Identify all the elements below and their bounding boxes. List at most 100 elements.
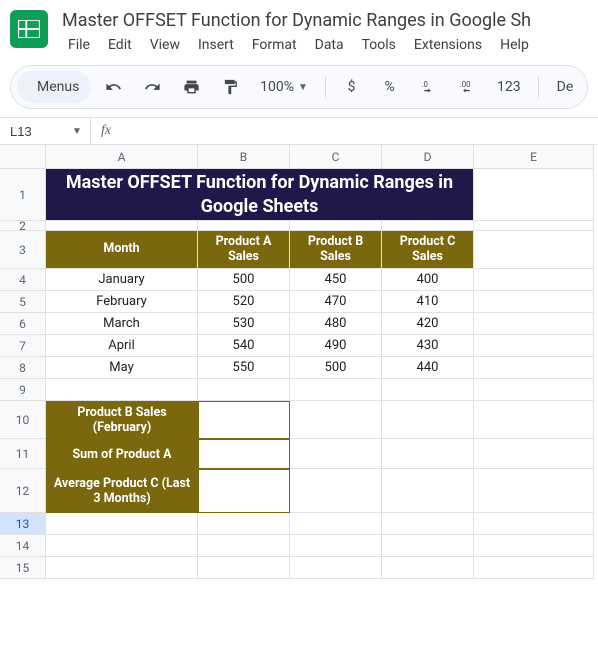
cell[interactable] bbox=[474, 335, 594, 357]
undo-button[interactable] bbox=[97, 71, 130, 103]
cell[interactable] bbox=[290, 513, 382, 535]
font-dropdown[interactable]: De bbox=[549, 71, 581, 103]
cell[interactable] bbox=[290, 379, 382, 401]
row-header-4[interactable]: 4 bbox=[0, 269, 46, 291]
result-cell[interactable] bbox=[198, 401, 290, 439]
menu-data[interactable]: Data bbox=[307, 33, 352, 57]
cell[interactable] bbox=[290, 401, 382, 439]
cell-pa[interactable]: 550 bbox=[198, 357, 290, 379]
cell[interactable] bbox=[474, 439, 594, 469]
search-menus-chip[interactable]: Menus bbox=[17, 71, 91, 103]
cell-month[interactable]: April bbox=[46, 335, 198, 357]
row-header-8[interactable]: 8 bbox=[0, 357, 46, 379]
row-header-2[interactable]: 2 bbox=[0, 221, 46, 231]
cell[interactable] bbox=[474, 313, 594, 335]
cell[interactable] bbox=[474, 513, 594, 535]
cell-pb[interactable]: 480 bbox=[290, 313, 382, 335]
cell[interactable] bbox=[474, 231, 594, 269]
menu-help[interactable]: Help bbox=[492, 33, 537, 57]
cell-pb[interactable]: 450 bbox=[290, 269, 382, 291]
header-product-a[interactable]: Product A Sales bbox=[198, 231, 290, 269]
row-header-9[interactable]: 9 bbox=[0, 379, 46, 401]
menu-insert[interactable]: Insert bbox=[190, 33, 242, 57]
cell[interactable] bbox=[474, 221, 594, 231]
cell[interactable] bbox=[474, 557, 594, 579]
cell[interactable] bbox=[46, 557, 198, 579]
cell[interactable] bbox=[474, 379, 594, 401]
label-sum-product-a[interactable]: Sum of Product A bbox=[46, 439, 198, 469]
cell[interactable] bbox=[382, 513, 474, 535]
paint-format-button[interactable] bbox=[214, 71, 247, 103]
row-header-12[interactable]: 12 bbox=[0, 469, 46, 513]
cell-pa[interactable]: 530 bbox=[198, 313, 290, 335]
cell-month[interactable]: February bbox=[46, 291, 198, 313]
label-product-b-february[interactable]: Product B Sales (February) bbox=[46, 401, 198, 439]
cell-pc[interactable]: 430 bbox=[382, 335, 474, 357]
menu-file[interactable]: File bbox=[60, 33, 98, 57]
cell[interactable] bbox=[382, 379, 474, 401]
cell-pa[interactable]: 500 bbox=[198, 269, 290, 291]
cell[interactable] bbox=[46, 379, 198, 401]
row-header-5[interactable]: 5 bbox=[0, 291, 46, 313]
increase-decimal-button[interactable]: .00 bbox=[451, 71, 484, 103]
cell[interactable] bbox=[474, 535, 594, 557]
cell[interactable] bbox=[474, 269, 594, 291]
cell-pa[interactable]: 520 bbox=[198, 291, 290, 313]
row-header-7[interactable]: 7 bbox=[0, 335, 46, 357]
sheet-title-cell[interactable]: Master OFFSET Function for Dynamic Range… bbox=[46, 169, 474, 221]
cell[interactable] bbox=[46, 221, 198, 231]
print-button[interactable] bbox=[175, 71, 208, 103]
result-cell[interactable] bbox=[198, 439, 290, 469]
document-title[interactable]: Master OFFSET Function for Dynamic Range… bbox=[60, 6, 588, 31]
cell-pc[interactable]: 410 bbox=[382, 291, 474, 313]
cell[interactable] bbox=[290, 557, 382, 579]
cell[interactable] bbox=[382, 439, 474, 469]
cell-pc[interactable]: 420 bbox=[382, 313, 474, 335]
spreadsheet-grid[interactable]: A B C D E 1 Master OFFSET Function for D… bbox=[0, 145, 598, 579]
cell[interactable] bbox=[290, 469, 382, 513]
cell[interactable] bbox=[382, 535, 474, 557]
cell[interactable] bbox=[46, 535, 198, 557]
more-num-formats-button[interactable]: 123 bbox=[490, 71, 528, 103]
header-product-c[interactable]: Product C Sales bbox=[382, 231, 474, 269]
cell[interactable] bbox=[474, 469, 594, 513]
cell[interactable] bbox=[198, 221, 290, 231]
cell[interactable] bbox=[198, 535, 290, 557]
cell-pb[interactable]: 490 bbox=[290, 335, 382, 357]
format-percent-button[interactable]: % bbox=[374, 71, 406, 103]
cell[interactable] bbox=[198, 513, 290, 535]
menu-edit[interactable]: Edit bbox=[100, 33, 140, 57]
row-header-3[interactable]: 3 bbox=[0, 231, 46, 269]
row-header-10[interactable]: 10 bbox=[0, 401, 46, 439]
cell[interactable] bbox=[382, 401, 474, 439]
row-header-13[interactable]: 13 bbox=[0, 513, 46, 535]
col-header-D[interactable]: D bbox=[382, 145, 474, 169]
header-month[interactable]: Month bbox=[46, 231, 198, 269]
row-header-6[interactable]: 6 bbox=[0, 313, 46, 335]
cell[interactable] bbox=[474, 357, 594, 379]
cell[interactable] bbox=[474, 401, 594, 439]
cell-month[interactable]: March bbox=[46, 313, 198, 335]
formula-bar-input[interactable] bbox=[121, 118, 598, 144]
cell[interactable] bbox=[382, 557, 474, 579]
redo-button[interactable] bbox=[136, 71, 169, 103]
header-product-b[interactable]: Product B Sales bbox=[290, 231, 382, 269]
menu-extensions[interactable]: Extensions bbox=[406, 33, 490, 57]
col-header-C[interactable]: C bbox=[290, 145, 382, 169]
cell-pc[interactable]: 400 bbox=[382, 269, 474, 291]
cell[interactable] bbox=[290, 535, 382, 557]
cell-pc[interactable]: 440 bbox=[382, 357, 474, 379]
select-all-corner[interactable] bbox=[0, 145, 46, 169]
sheets-app-icon[interactable] bbox=[10, 10, 48, 48]
cell-month[interactable]: May bbox=[46, 357, 198, 379]
decrease-decimal-button[interactable]: .0 bbox=[412, 71, 445, 103]
row-header-15[interactable]: 15 bbox=[0, 557, 46, 579]
label-avg-product-c[interactable]: Average Product C (Last 3 Months) bbox=[46, 469, 198, 513]
cell[interactable] bbox=[198, 557, 290, 579]
name-box-dropdown[interactable]: ▼ bbox=[64, 126, 90, 137]
row-header-11[interactable]: 11 bbox=[0, 439, 46, 469]
cell[interactable] bbox=[474, 169, 594, 221]
menu-tools[interactable]: Tools bbox=[354, 33, 404, 57]
menu-view[interactable]: View bbox=[142, 33, 188, 57]
cell[interactable] bbox=[198, 379, 290, 401]
